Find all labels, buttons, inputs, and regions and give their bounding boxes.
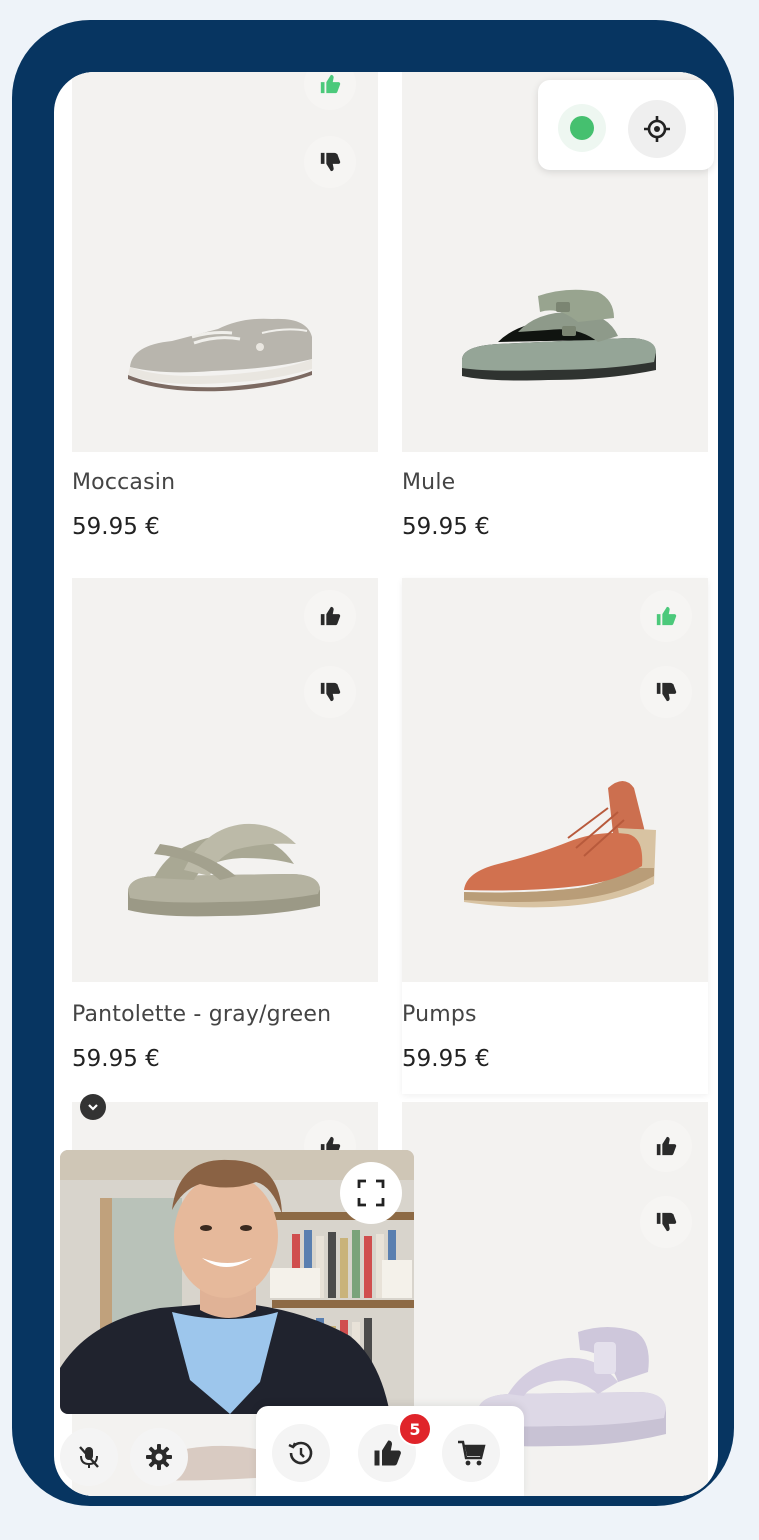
call-controls: [54, 1422, 254, 1496]
product-name[interactable]: Moccasin: [72, 470, 175, 495]
dislike-button[interactable]: [304, 136, 356, 188]
settings-button[interactable]: [130, 1428, 188, 1486]
mic-off-icon: [79, 1446, 99, 1468]
mute-button[interactable]: [60, 1428, 118, 1486]
product-price: 59.95 €: [72, 1046, 160, 1072]
pantolette-image: [128, 823, 320, 917]
fullscreen-button[interactable]: [340, 1162, 402, 1224]
product-image[interactable]: [402, 578, 708, 982]
like-button[interactable]: [640, 1120, 692, 1172]
like-button[interactable]: [640, 590, 692, 642]
thumbs-up-icon: [320, 74, 341, 94]
crosshair-icon: [644, 116, 670, 142]
live-status-indicator: [558, 104, 606, 152]
screen: Moccasin 59.95 € Mule 59.95 € Pantolette…: [54, 72, 718, 1496]
product-name[interactable]: Pantolette - gray/green: [72, 1002, 331, 1027]
cart-icon: [458, 1440, 486, 1466]
thumbs-down-icon: [320, 152, 341, 172]
phone-frame: Moccasin 59.95 € Mule 59.95 € Pantolette…: [12, 20, 734, 1506]
product-name[interactable]: Pumps: [402, 1002, 477, 1027]
history-icon: [288, 1441, 313, 1465]
thumbs-up-icon: [656, 606, 677, 626]
product-card-moccasin[interactable]: Moccasin 59.95 €: [72, 72, 378, 572]
history-button[interactable]: [272, 1424, 330, 1482]
bottom-toolbar: 5: [256, 1406, 524, 1496]
fullscreen-icon: [357, 1179, 385, 1207]
product-price: 59.95 €: [72, 514, 160, 540]
liked-items-button[interactable]: 5: [358, 1412, 432, 1482]
gear-icon: [146, 1444, 172, 1470]
thumbs-down-icon: [656, 682, 677, 702]
chevron-down-icon: [88, 1104, 98, 1111]
product-price: 59.95 €: [402, 1046, 490, 1072]
moccasin-image: [128, 318, 312, 392]
thumbs-down-icon: [320, 682, 341, 702]
product-price: 59.95 €: [402, 514, 490, 540]
product-card-pumps[interactable]: Pumps 59.95 €: [402, 578, 708, 1094]
thumbs-up-icon: [656, 1136, 677, 1156]
product-image[interactable]: [72, 72, 378, 452]
collapse-video-button[interactable]: [80, 1094, 106, 1120]
thumbs-up-icon: [374, 1440, 401, 1466]
online-dot: [570, 116, 594, 140]
product-card-pantolette[interactable]: Pantolette - gray/green 59.95 €: [72, 578, 378, 1098]
pumps-image: [464, 781, 656, 908]
cart-button[interactable]: [442, 1424, 500, 1482]
product-image[interactable]: [72, 578, 378, 982]
locate-button[interactable]: [628, 100, 686, 158]
likes-count-badge: 5: [398, 1412, 432, 1446]
dislike-button[interactable]: [640, 1196, 692, 1248]
video-call-panel[interactable]: [60, 1150, 414, 1414]
dislike-button[interactable]: [304, 666, 356, 718]
product-name[interactable]: Mule: [402, 470, 455, 495]
like-button[interactable]: [304, 590, 356, 642]
thumbs-down-icon: [656, 1212, 677, 1232]
dislike-button[interactable]: [640, 666, 692, 718]
like-button[interactable]: [304, 72, 356, 110]
thumbs-up-icon: [320, 606, 341, 626]
mule-image: [462, 289, 656, 381]
connection-panel: [538, 80, 714, 170]
